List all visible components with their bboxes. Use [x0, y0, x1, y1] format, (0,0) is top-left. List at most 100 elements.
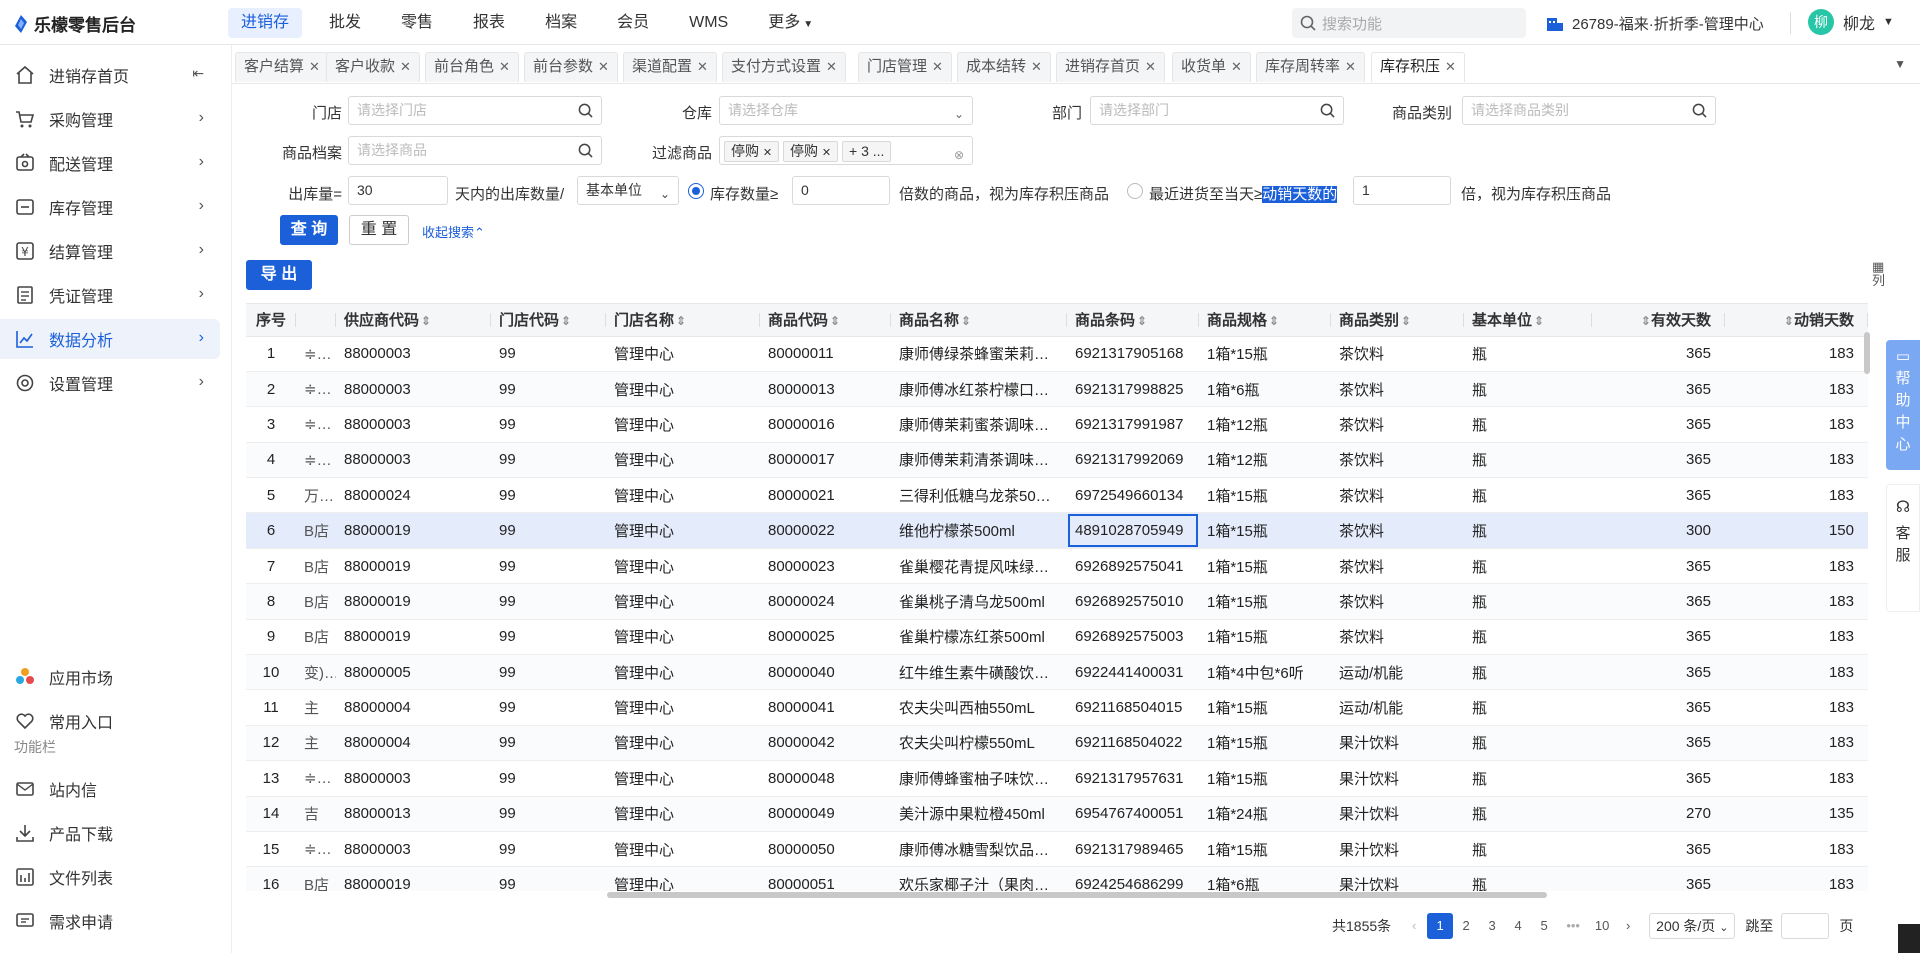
- tab-turnover-rate[interactable]: 库存周转率 ✕: [1256, 52, 1365, 82]
- sort-icon[interactable]: ⇕: [1401, 314, 1411, 328]
- close-icon[interactable]: ✕: [826, 59, 837, 74]
- column-header[interactable]: 基本单位 ⇕: [1464, 304, 1592, 337]
- help-center-button[interactable]: ▭ 帮助中心: [1886, 340, 1920, 470]
- sidebar-item-messages[interactable]: 站内信: [0, 769, 220, 809]
- sort-icon[interactable]: ⇕: [1641, 314, 1651, 328]
- sidebar-item-purchase[interactable]: 采购管理 ›: [0, 99, 220, 139]
- page-3[interactable]: 3: [1479, 913, 1505, 939]
- filter-chip[interactable]: 停购 ✕: [783, 141, 839, 162]
- table-row[interactable]: 1 ≑… 88000003 99 管理中心 80000011 康师傅绿茶蜂蜜茉莉… 69213…: [246, 336, 1868, 372]
- column-header[interactable]: 商品名称 ⇕: [891, 304, 1067, 337]
- app-logo[interactable]: 乐檬零售后台: [14, 11, 136, 36]
- sort-icon[interactable]: ⇕: [561, 314, 571, 328]
- collapse-sidebar-icon[interactable]: ⇤: [192, 65, 204, 82]
- filter-goods-select[interactable]: 停购 ✕ 停购 ✕ + 3 ... ⊗: [719, 136, 973, 165]
- tab-frontend-role[interactable]: 前台角色 ✕: [425, 52, 519, 82]
- tab-channel-config[interactable]: 渠道配置 ✕: [623, 52, 717, 82]
- close-icon[interactable]: ✕: [932, 59, 943, 74]
- table-row[interactable]: 14 吉 88000013 99 管理中心 80000049 美汁源中果粒橙450ml 695…: [246, 796, 1868, 832]
- table-row[interactable]: 10 变)… 88000005 99 管理中心 80000040 红牛维生素牛磺酸饮… 692…: [246, 654, 1868, 691]
- column-header[interactable]: 商品类别 ⇕: [1331, 304, 1464, 337]
- sort-icon[interactable]: ⇕: [1137, 314, 1147, 328]
- table-row[interactable]: 4 ≑… 88000003 99 管理中心 80000017 康师傅茉莉清茶调味… 69213…: [246, 442, 1868, 479]
- tab-customer-settlement[interactable]: 客户结算 ✕: [235, 52, 329, 82]
- warehouse-select[interactable]: 请选择仓库 ⌄: [719, 96, 973, 125]
- recent-purchase-radio[interactable]: [1127, 183, 1143, 199]
- tabs-more-icon[interactable]: ▼: [1894, 57, 1906, 71]
- tab-cost-carryover[interactable]: 成本结转 ✕: [957, 52, 1051, 82]
- stock-multiple-input[interactable]: 0: [792, 176, 890, 205]
- column-header[interactable]: 门店名称 ⇕: [606, 304, 760, 337]
- sidebar-item-voucher[interactable]: 凭证管理 ›: [0, 275, 220, 315]
- close-icon[interactable]: ✕: [309, 59, 320, 74]
- tab-store-management[interactable]: 门店管理 ✕: [858, 52, 952, 82]
- store-select[interactable]: 请选择门店: [348, 96, 602, 125]
- category-select[interactable]: 请选择商品类别: [1462, 96, 1716, 125]
- nav-item-more[interactable]: 更多 ▼: [755, 8, 826, 38]
- close-icon[interactable]: ✕: [1145, 59, 1156, 74]
- sort-icon[interactable]: ⇕: [1784, 314, 1794, 328]
- nav-item-wholesale[interactable]: 批发: [316, 8, 374, 38]
- column-header[interactable]: 门店代码 ⇕: [491, 304, 606, 337]
- export-button[interactable]: 导 出: [246, 260, 312, 290]
- nav-item-inventory[interactable]: 进销存: [228, 8, 303, 38]
- column-settings[interactable]: ▦ 列: [1872, 260, 1885, 288]
- close-icon[interactable]: ✕: [1031, 59, 1042, 74]
- table-row[interactable]: 13 ≑… 88000003 99 管理中心 80000048 康师傅蜂蜜柚子味饮… 6921…: [246, 760, 1868, 797]
- close-icon[interactable]: ✕: [499, 59, 510, 74]
- sort-icon[interactable]: ⇕: [676, 314, 686, 328]
- sort-icon[interactable]: ⇕: [421, 314, 431, 328]
- flag-icon[interactable]: [1898, 924, 1920, 953]
- product-select[interactable]: 请选择商品: [348, 136, 602, 165]
- tab-frontend-params[interactable]: 前台参数 ✕: [524, 52, 618, 82]
- query-button[interactable]: 查 询: [280, 215, 338, 245]
- tab-inventory-home[interactable]: 进销存首页 ✕: [1056, 52, 1165, 82]
- sidebar-item-data-analysis[interactable]: 数据分析 ›: [0, 319, 220, 359]
- sidebar-item-favorites[interactable]: 常用入口: [0, 701, 220, 741]
- sort-icon[interactable]: ⇕: [830, 314, 840, 328]
- unit-select[interactable]: 基本单位 ⌄: [577, 176, 679, 205]
- table-row[interactable]: 6 B店 88000019 99 管理中心 80000022 维他柠檬茶500ml 48910…: [246, 512, 1868, 549]
- reset-button[interactable]: 重 置: [349, 215, 409, 245]
- filter-chip-more[interactable]: + 3 ...: [842, 141, 892, 162]
- table-row[interactable]: 8 B店 88000019 99 管理中心 80000024 雀巢桃子清乌龙500ml 692…: [246, 583, 1868, 620]
- tab-customer-payment[interactable]: 客户收款 ✕: [326, 52, 420, 82]
- sidebar-item-settlement[interactable]: ¥ 结算管理 ›: [0, 231, 220, 271]
- collapse-search-link[interactable]: 收起搜索⌃: [422, 222, 485, 241]
- sidebar-item-request[interactable]: 需求申请: [0, 901, 220, 941]
- table-cell[interactable]: 4891028705949: [1067, 512, 1199, 549]
- prev-page-icon[interactable]: ‹: [1401, 913, 1427, 939]
- horizontal-scrollbar[interactable]: [377, 892, 1867, 900]
- function-search[interactable]: 搜索功能: [1292, 8, 1526, 38]
- column-header[interactable]: 商品规格 ⇕: [1199, 304, 1331, 337]
- table-row[interactable]: 11 主 88000004 99 管理中心 80000041 农夫尖叫西柚550mL 6921…: [246, 689, 1868, 726]
- clear-icon[interactable]: ⊗: [954, 142, 964, 169]
- recent-multiple-input[interactable]: 1: [1353, 176, 1451, 205]
- column-header[interactable]: ⇕有效天数: [1592, 304, 1725, 337]
- stock-qty-radio[interactable]: [688, 183, 704, 199]
- nav-item-reports[interactable]: 报表: [460, 8, 518, 38]
- sidebar-item-stock[interactable]: 库存管理 ›: [0, 187, 220, 227]
- column-header[interactable]: 商品条码 ⇕: [1067, 304, 1199, 337]
- page-2[interactable]: 2: [1453, 913, 1479, 939]
- filter-chip[interactable]: 停购 ✕: [724, 141, 780, 162]
- sidebar-item-inventory-home[interactable]: 进销存首页 ⇤: [0, 55, 220, 95]
- customer-service-button[interactable]: ☊ 客服: [1886, 484, 1920, 612]
- table-row[interactable]: 7 B店 88000019 99 管理中心 80000023 雀巢樱花青提风味绿… 69268…: [246, 548, 1868, 585]
- page-4[interactable]: 4: [1505, 913, 1531, 939]
- column-header[interactable]: 供应商代码 ⇕: [336, 304, 491, 337]
- vertical-scrollbar[interactable]: [1864, 332, 1870, 887]
- nav-item-wms[interactable]: WMS: [676, 8, 741, 38]
- close-icon[interactable]: ✕: [598, 59, 609, 74]
- page-jump-ellipsis[interactable]: •••: [1557, 913, 1589, 939]
- scroll-thumb[interactable]: [1864, 332, 1870, 374]
- close-icon[interactable]: ✕: [1231, 59, 1242, 74]
- sidebar-item-app-market[interactable]: 应用市场: [0, 657, 220, 697]
- sidebar-item-download[interactable]: 产品下载: [0, 813, 220, 853]
- page-5[interactable]: 5: [1531, 913, 1557, 939]
- table-row[interactable]: 16 B店 88000019 99 管理中心 80000051 欢乐家椰子汁（果肉… 6924…: [246, 866, 1868, 891]
- page-10[interactable]: 10: [1589, 913, 1615, 939]
- next-page-icon[interactable]: ›: [1615, 913, 1641, 939]
- sidebar-item-file-list[interactable]: 文件列表: [0, 857, 220, 897]
- table-row[interactable]: 3 ≑… 88000003 99 管理中心 80000016 康师傅茉莉蜜茶调味… 69213…: [246, 406, 1868, 443]
